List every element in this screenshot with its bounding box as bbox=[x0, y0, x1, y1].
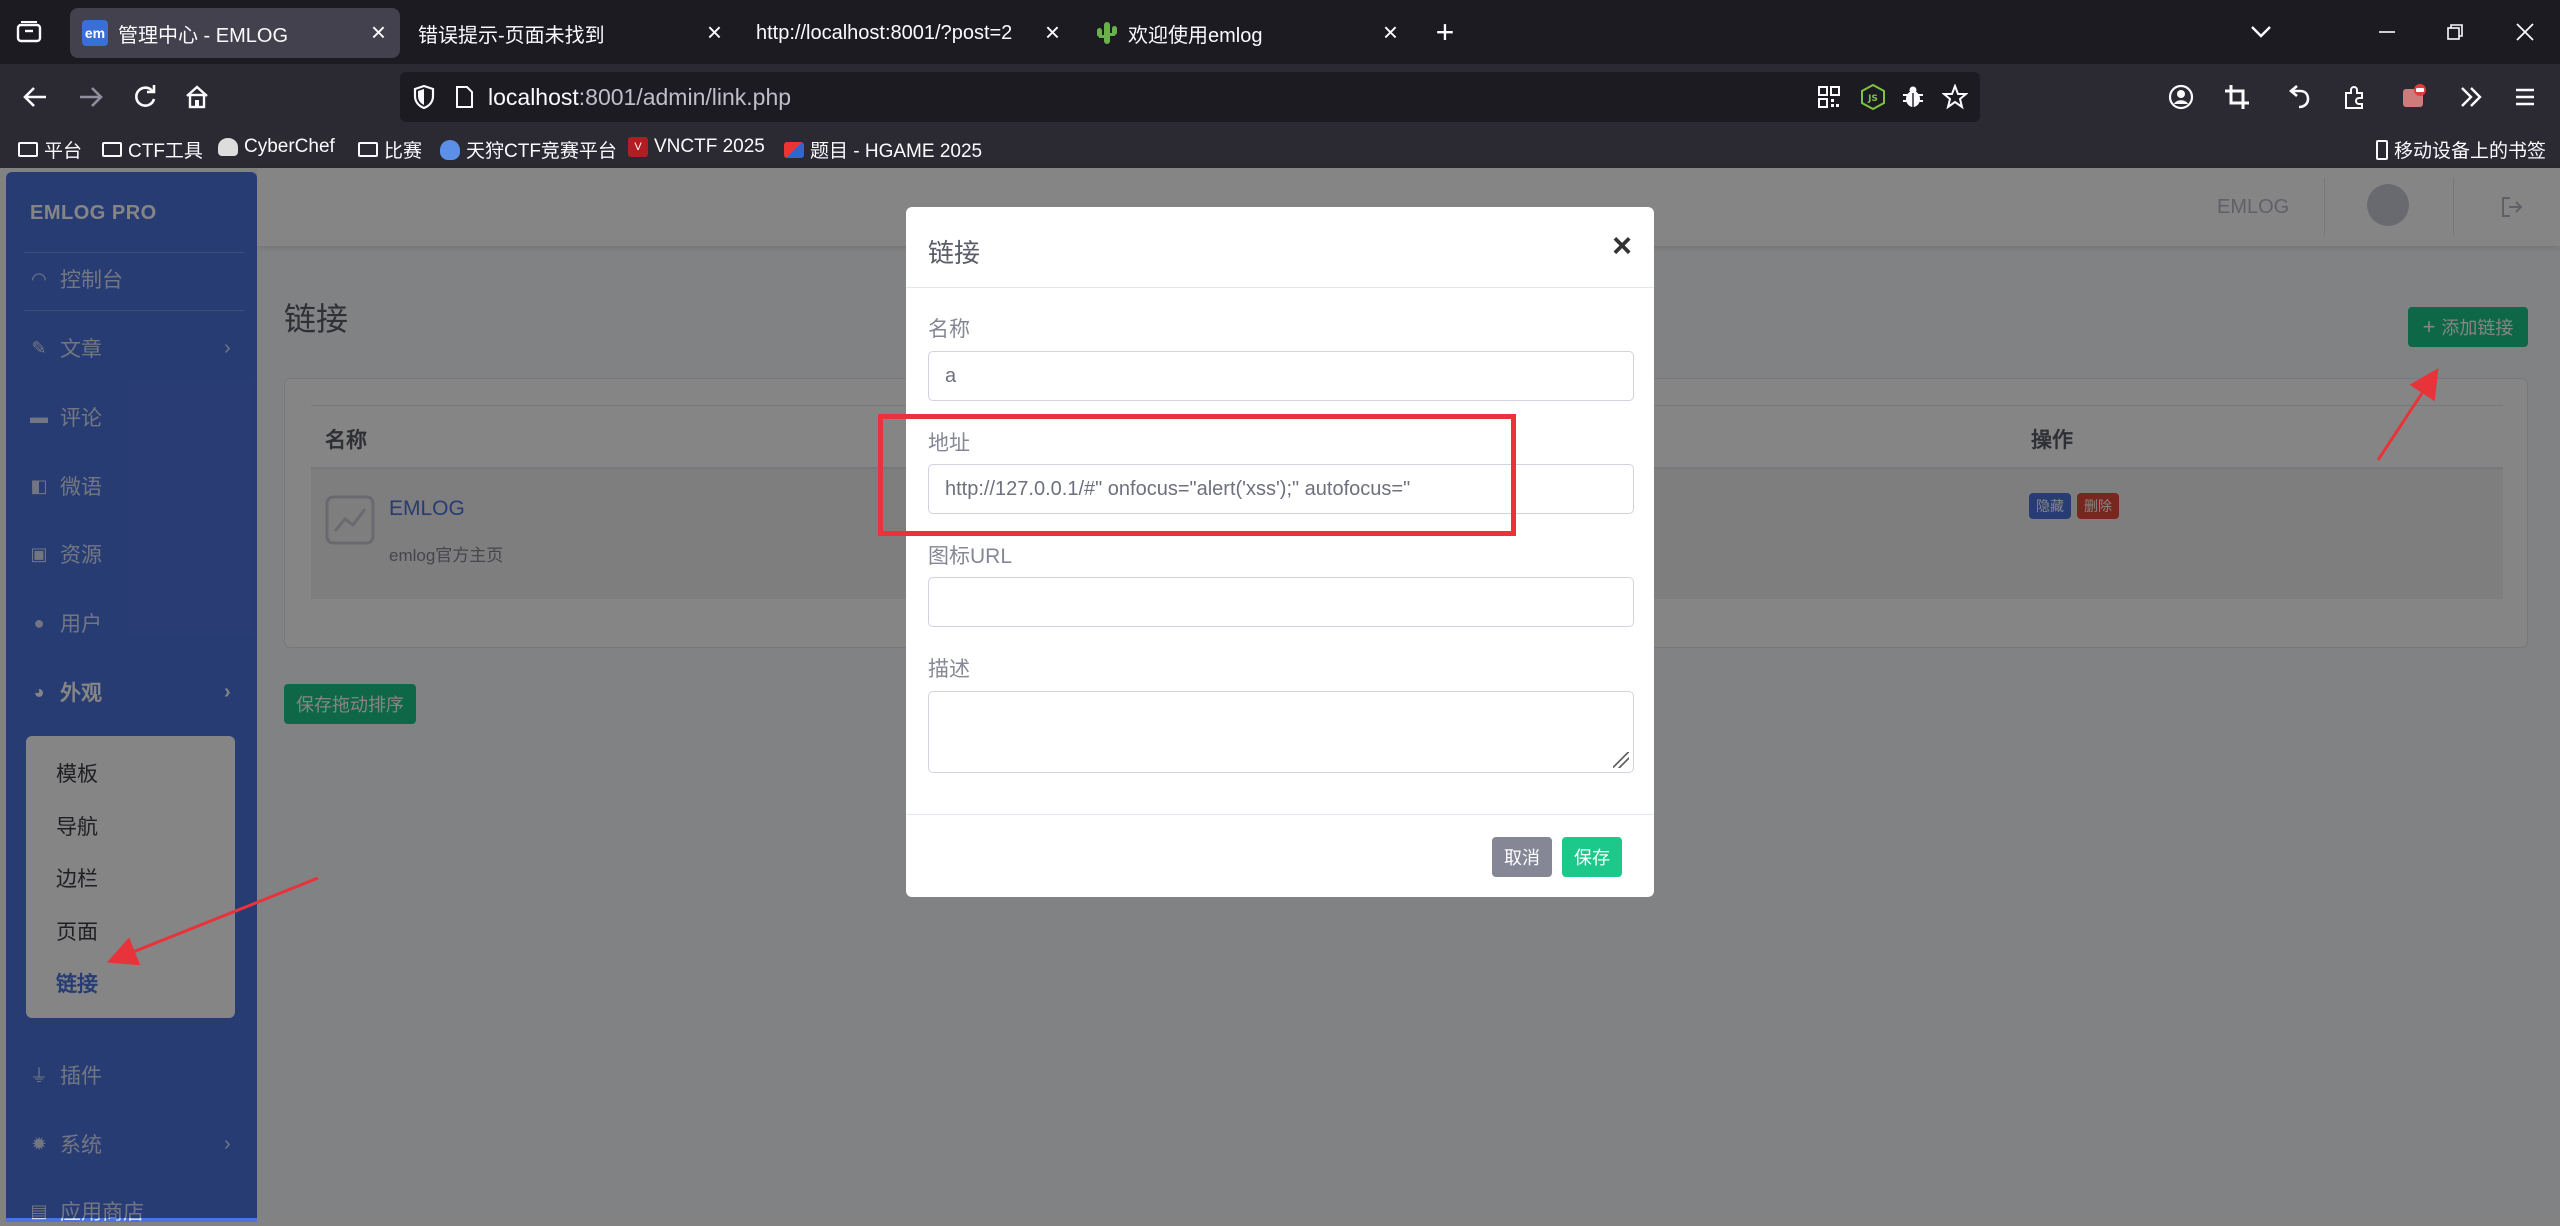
tab-error-page[interactable]: 错误提示-页面未找到 × bbox=[406, 8, 736, 58]
bookmark-label: 平台 bbox=[44, 141, 83, 162]
bookmark-label: 比赛 bbox=[384, 141, 423, 162]
tab-title: 错误提示-页面未找到 bbox=[418, 24, 605, 47]
bookmark-label: 题目 - HGAME 2025 bbox=[810, 141, 983, 162]
minimize-icon[interactable] bbox=[2368, 13, 2406, 51]
close-tab-icon[interactable]: × bbox=[707, 19, 722, 45]
home-icon[interactable] bbox=[178, 78, 216, 116]
js-extension-icon[interactable]: JS bbox=[1854, 78, 1892, 116]
url-path: :8001/admin/link.php bbox=[578, 83, 792, 110]
bookmark-item[interactable]: 题目 - HGAME 2025 bbox=[784, 136, 982, 163]
cancel-button[interactable]: 取消 bbox=[1492, 837, 1552, 877]
reload-icon[interactable] bbox=[126, 78, 164, 116]
em-favicon-icon: em bbox=[82, 20, 108, 46]
bookmark-item[interactable]: 比赛 bbox=[358, 136, 422, 163]
bookmark-item[interactable]: V VNCTF 2025 bbox=[628, 136, 765, 158]
browser-tab-bar: em 管理中心 - EMLOG × 错误提示-页面未找到 × http://lo… bbox=[0, 0, 2560, 64]
icon-url-label: 图标URL bbox=[928, 545, 1013, 568]
back-icon[interactable] bbox=[16, 78, 54, 116]
browser-nav-bar: localhost:8001/admin/link.php JS bbox=[0, 64, 2560, 130]
tab-localhost-post[interactable]: http://localhost:8001/?post=2 × bbox=[744, 8, 1074, 58]
close-tab-icon[interactable]: × bbox=[1045, 19, 1060, 45]
cactus-favicon-icon bbox=[1097, 22, 1117, 44]
modal-footer-divider bbox=[906, 814, 1654, 815]
tab-overview-icon[interactable] bbox=[10, 13, 48, 51]
tab-welcome-emlog[interactable]: 欢迎使用emlog × bbox=[1082, 8, 1412, 58]
folder-icon bbox=[18, 142, 38, 157]
url-host: localhost bbox=[488, 83, 579, 110]
app-menu-icon[interactable] bbox=[2506, 78, 2544, 116]
bookmark-item[interactable]: CyberChef bbox=[218, 136, 335, 158]
bookmark-label: 移动设备上的书签 bbox=[2394, 141, 2547, 162]
resize-grip-icon[interactable] bbox=[1613, 752, 1629, 768]
bookmark-item[interactable]: 平台 bbox=[18, 136, 82, 163]
bookmark-star-icon[interactable] bbox=[1936, 78, 1974, 116]
icon-url-field[interactable] bbox=[928, 577, 1634, 627]
tab-title: 欢迎使用emlog bbox=[1128, 24, 1263, 47]
mobile-bookmarks[interactable]: 移动设备上的书签 bbox=[2376, 136, 2546, 163]
qr-code-icon[interactable] bbox=[1810, 78, 1848, 116]
page-icon bbox=[456, 86, 473, 108]
svg-text:JS: JS bbox=[1867, 94, 1878, 104]
extensions-icon[interactable] bbox=[2336, 78, 2374, 116]
link-modal: 链接 × 名称 a 地址 http://127.0.0.1/#" onfocus… bbox=[906, 207, 1654, 897]
folder-icon bbox=[358, 142, 378, 157]
bug-icon[interactable] bbox=[1894, 78, 1932, 116]
more-tools-icon[interactable] bbox=[2452, 78, 2490, 116]
name-field[interactable]: a bbox=[928, 351, 1634, 401]
crop-screenshot-icon[interactable] bbox=[2218, 78, 2256, 116]
close-tab-icon[interactable]: × bbox=[1383, 19, 1398, 45]
undo-icon[interactable] bbox=[2278, 78, 2316, 116]
highlight-box bbox=[878, 414, 1516, 536]
bookmark-item[interactable]: CTF工具 bbox=[102, 136, 203, 163]
modal-header: 链接 × bbox=[906, 207, 1654, 288]
modal-title: 链接 bbox=[928, 238, 981, 268]
forward-icon[interactable] bbox=[72, 78, 110, 116]
close-tab-icon[interactable]: × bbox=[371, 19, 386, 45]
description-field[interactable] bbox=[928, 691, 1634, 773]
name-label: 名称 bbox=[928, 318, 970, 341]
phone-icon bbox=[2376, 139, 2388, 160]
tab-emlog-admin[interactable]: em 管理中心 - EMLOG × bbox=[70, 8, 400, 58]
description-label: 描述 bbox=[928, 658, 970, 681]
tab-title: http://localhost:8001/?post=2 bbox=[756, 21, 1013, 44]
vn-icon: V bbox=[628, 137, 648, 157]
bookmark-label: CTF工具 bbox=[128, 141, 203, 162]
restore-icon[interactable] bbox=[2436, 13, 2474, 51]
account-icon[interactable] bbox=[2162, 78, 2200, 116]
chef-icon bbox=[218, 138, 238, 156]
list-all-tabs-icon[interactable] bbox=[2242, 13, 2280, 51]
bookmark-label: VNCTF 2025 bbox=[654, 136, 765, 157]
extension-badge-icon[interactable] bbox=[2396, 78, 2434, 116]
bookmark-label: 天狩CTF竞赛平台 bbox=[466, 141, 617, 162]
url-bar[interactable]: localhost:8001/admin/link.php bbox=[400, 72, 1980, 122]
close-window-icon[interactable] bbox=[2506, 13, 2544, 51]
bookmarks-toolbar: 平台 CTF工具 CyberChef 比赛 天狩CTF竞赛平台 V VNCTF 2… bbox=[0, 130, 2560, 168]
close-icon[interactable]: × bbox=[1612, 227, 1632, 266]
folder-icon bbox=[102, 142, 122, 157]
bookmark-item[interactable]: 天狩CTF竞赛平台 bbox=[440, 136, 617, 163]
shield-icon[interactable] bbox=[412, 84, 436, 110]
hgame-icon bbox=[784, 141, 804, 158]
save-button[interactable]: 保存 bbox=[1562, 837, 1622, 877]
new-tab-button[interactable]: + bbox=[1426, 13, 1464, 51]
tab-title: 管理中心 - EMLOG bbox=[118, 24, 289, 47]
dog-icon bbox=[440, 139, 460, 160]
bookmark-label: CyberChef bbox=[244, 136, 335, 157]
